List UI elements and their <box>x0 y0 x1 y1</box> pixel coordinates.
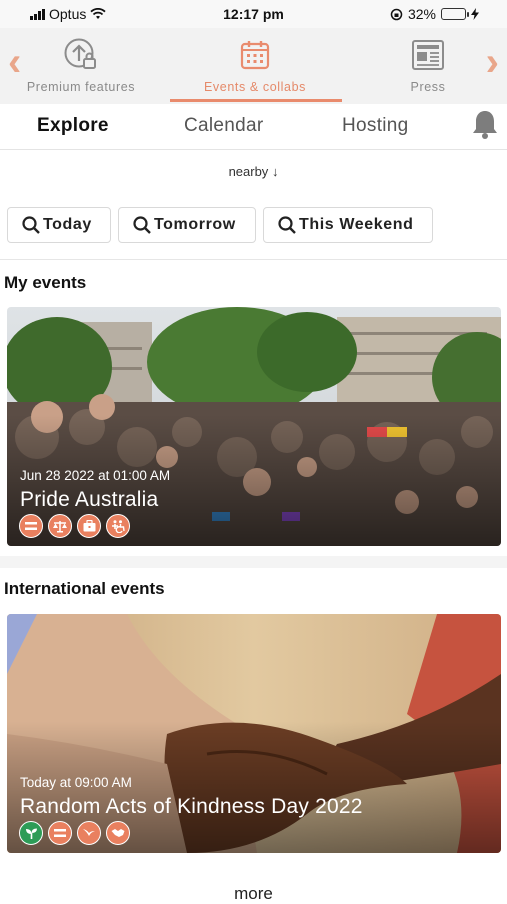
arrow-down-icon: ↓ <box>271 164 279 179</box>
filter-today-button[interactable]: Today <box>7 207 111 243</box>
sprout-icon <box>19 821 43 845</box>
bird-icon <box>77 821 101 845</box>
tab-hosting[interactable]: Hosting <box>342 115 409 137</box>
tab-label: Events & collabs <box>203 80 306 94</box>
tab-events-collabs[interactable]: Events & collabs <box>180 36 330 94</box>
tab-press[interactable]: Press <box>353 36 503 94</box>
equality-icon <box>19 514 43 538</box>
nearby-selector[interactable]: nearby ↓ <box>0 164 507 179</box>
search-icon <box>22 216 40 234</box>
nearby-label: nearby <box>228 164 269 179</box>
event-title: Random Acts of Kindness Day 2022 <box>20 795 363 818</box>
battery-icon <box>441 8 469 20</box>
upload-lock-icon <box>64 38 96 69</box>
section-separator <box>0 556 507 568</box>
tab-premium-features[interactable]: Premium features <box>6 36 156 94</box>
event-date: Jun 28 2022 at 01:00 AM <box>20 468 171 483</box>
filter-label: Tomorrow <box>154 216 236 233</box>
my-events-heading: My events <box>4 273 87 292</box>
subtabs: Explore Calendar Hosting <box>0 104 507 150</box>
filter-tomorrow-button[interactable]: Tomorrow <box>118 207 256 243</box>
event-title: Pride Australia <box>20 488 159 511</box>
equality-icon <box>48 821 72 845</box>
search-icon <box>278 216 296 234</box>
tab-calendar[interactable]: Calendar <box>184 115 264 137</box>
tab-label: Premium features <box>26 80 136 94</box>
event-tags <box>19 514 130 538</box>
feature-tabs: ‹ Premium features Events & collabs Pres… <box>0 28 507 104</box>
more-link[interactable]: more <box>0 884 507 904</box>
handshake-icon <box>106 821 130 845</box>
battery-percent: 32% <box>407 6 436 22</box>
search-icon <box>133 216 151 234</box>
event-card-pride-australia[interactable]: Jun 28 2022 at 01:00 AM Pride Australia <box>7 307 501 546</box>
calendar-icon <box>240 41 270 70</box>
event-card-random-acts-of-kindness[interactable]: Today at 09:00 AM Random Acts of Kindnes… <box>7 614 501 853</box>
filter-label: This Weekend <box>299 216 414 233</box>
accessibility-icon <box>106 514 130 538</box>
filter-label: Today <box>43 216 92 233</box>
divider <box>0 259 507 260</box>
event-tags <box>19 821 130 845</box>
tab-explore[interactable]: Explore <box>37 115 109 137</box>
scales-icon <box>48 514 72 538</box>
newspaper-icon <box>412 40 444 70</box>
rotation-lock-icon <box>390 8 403 20</box>
active-tab-indicator <box>170 99 342 102</box>
chevron-right-icon[interactable]: › <box>486 42 499 82</box>
briefcase-icon <box>77 514 101 538</box>
charging-icon <box>471 8 479 20</box>
filter-this-weekend-button[interactable]: This Weekend <box>263 207 433 243</box>
tab-label: Press <box>410 80 446 94</box>
status-bar: Optus 12:17 pm 32% <box>0 0 507 28</box>
event-date: Today at 09:00 AM <box>20 775 132 790</box>
bell-icon[interactable] <box>471 108 499 140</box>
international-events-heading: International events <box>4 579 165 598</box>
date-filters: Today Tomorrow This Weekend <box>7 207 433 243</box>
